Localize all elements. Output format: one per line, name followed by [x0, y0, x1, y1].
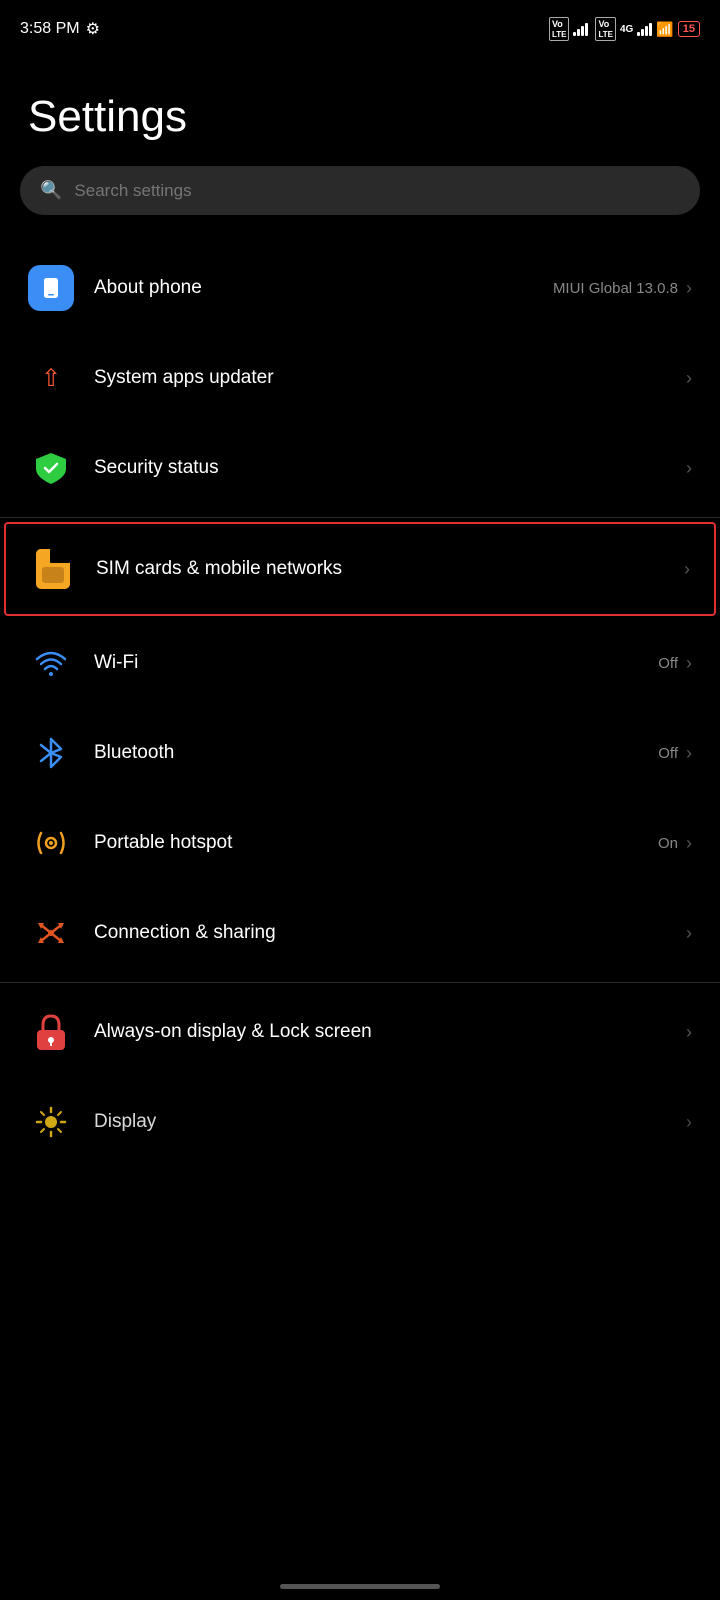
display-svg	[33, 1104, 69, 1140]
system-apps-right: ›	[682, 368, 692, 389]
lock-icon-wrapper	[28, 1009, 74, 1055]
status-bar: 3:58 PM ⚙ VoLTE VoLTE 4G 📶 15	[0, 0, 720, 52]
security-right: ›	[682, 458, 692, 479]
wifi-status-icon: 📶	[656, 21, 673, 38]
settings-item-security[interactable]: Security status ›	[0, 423, 720, 513]
page-title: Settings	[0, 52, 720, 166]
security-chevron: ›	[686, 458, 692, 479]
connection-right: ›	[682, 923, 692, 944]
lock-screen-label: Always-on display & Lock screen	[94, 1021, 372, 1042]
sim-icon-wrapper	[30, 546, 76, 592]
bluetooth-status: Off	[658, 745, 678, 762]
about-phone-version: MIUI Global 13.0.8	[553, 280, 678, 297]
about-phone-right: MIUI Global 13.0.8 ›	[553, 278, 692, 299]
volte1-icon: VoLTE	[549, 17, 570, 41]
connection-chevron: ›	[686, 923, 692, 944]
search-bar[interactable]: 🔍	[20, 166, 700, 215]
system-apps-label: System apps updater	[94, 367, 274, 388]
sim-label: SIM cards & mobile networks	[96, 558, 342, 579]
wifi-label: Wi-Fi	[94, 652, 138, 673]
settings-item-wifi[interactable]: Wi-Fi Off ›	[0, 618, 720, 708]
hotspot-label: Portable hotspot	[94, 832, 232, 853]
settings-item-sim[interactable]: SIM cards & mobile networks ›	[4, 522, 716, 616]
sim-content: SIM cards & mobile networks	[96, 558, 680, 580]
lock-screen-content: Always-on display & Lock screen	[94, 1021, 682, 1043]
bluetooth-chevron: ›	[686, 743, 692, 764]
settings-item-display[interactable]: Display ›	[0, 1077, 720, 1167]
hotspot-icon-wrapper	[28, 820, 74, 866]
signal2-bars	[637, 22, 652, 36]
wifi-right: Off ›	[658, 653, 692, 674]
wifi-svg	[33, 645, 69, 681]
settings-item-system-apps[interactable]: ⇧ System apps updater ›	[0, 333, 720, 423]
bluetooth-svg	[35, 735, 67, 771]
security-content: Security status	[94, 457, 682, 479]
security-label: Security status	[94, 457, 219, 478]
connection-content: Connection & sharing	[94, 922, 682, 944]
hotspot-content: Portable hotspot	[94, 832, 658, 854]
wifi-chevron: ›	[686, 653, 692, 674]
about-phone-content: About phone	[94, 277, 553, 299]
phone-svg	[39, 276, 63, 300]
status-icons: VoLTE VoLTE 4G 📶 15	[549, 17, 700, 41]
display-icon-wrapper	[28, 1099, 74, 1145]
about-phone-label: About phone	[94, 277, 202, 298]
hotspot-status: On	[658, 835, 678, 852]
connection-icon-wrapper	[28, 910, 74, 956]
sim-svg	[34, 547, 72, 591]
search-icon: 🔍	[40, 180, 62, 201]
bluetooth-right: Off ›	[658, 743, 692, 764]
system-apps-icon: ⇧	[28, 355, 74, 401]
sim-chevron: ›	[684, 559, 690, 580]
bluetooth-content: Bluetooth	[94, 742, 658, 764]
settings-item-bluetooth[interactable]: Bluetooth Off ›	[0, 708, 720, 798]
wifi-content: Wi-Fi	[94, 652, 658, 674]
settings-item-about-phone[interactable]: About phone MIUI Global 13.0.8 ›	[0, 243, 720, 333]
sim-right: ›	[680, 559, 690, 580]
about-phone-chevron: ›	[686, 278, 692, 299]
lock-screen-right: ›	[682, 1022, 692, 1043]
signal1-bars	[573, 22, 588, 36]
search-input[interactable]	[74, 181, 680, 201]
settings-item-lock-screen[interactable]: Always-on display & Lock screen ›	[0, 987, 720, 1077]
settings-item-hotspot[interactable]: Portable hotspot On ›	[0, 798, 720, 888]
system-apps-content: System apps updater	[94, 367, 682, 389]
display-content: Display	[94, 1111, 682, 1133]
connection-svg	[33, 915, 69, 951]
wifi-status: Off	[658, 655, 678, 672]
divider-1	[0, 517, 720, 518]
hotspot-chevron: ›	[686, 833, 692, 854]
system-apps-chevron: ›	[686, 368, 692, 389]
display-chevron: ›	[686, 1112, 692, 1133]
security-icon	[28, 445, 74, 491]
settings-item-connection[interactable]: Connection & sharing ›	[0, 888, 720, 978]
display-label: Display	[94, 1111, 156, 1132]
lock-screen-chevron: ›	[686, 1022, 692, 1043]
connection-label: Connection & sharing	[94, 922, 276, 943]
clock: 3:58 PM	[20, 20, 80, 38]
divider-2	[0, 982, 720, 983]
volte2-icon: VoLTE	[595, 17, 616, 41]
lock-svg	[33, 1012, 69, 1052]
shield-svg	[32, 449, 70, 487]
gear-icon: ⚙	[86, 19, 100, 39]
battery-level: 15	[683, 23, 695, 35]
home-indicator[interactable]	[280, 1584, 440, 1589]
bluetooth-label: Bluetooth	[94, 742, 174, 763]
hotspot-svg	[33, 825, 69, 861]
display-right: ›	[682, 1112, 692, 1133]
battery-indicator: 15	[678, 21, 700, 37]
hotspot-right: On ›	[658, 833, 692, 854]
bluetooth-icon-wrapper	[28, 730, 74, 776]
update-arrow-icon: ⇧	[41, 364, 61, 393]
status-time: 3:58 PM ⚙	[20, 19, 100, 39]
settings-list: About phone MIUI Global 13.0.8 › ⇧ Syste…	[0, 243, 720, 1167]
4g-icon: 4G	[620, 24, 633, 35]
wifi-icon-wrapper	[28, 640, 74, 686]
about-phone-icon	[28, 265, 74, 311]
bottom-bar	[0, 1572, 720, 1600]
